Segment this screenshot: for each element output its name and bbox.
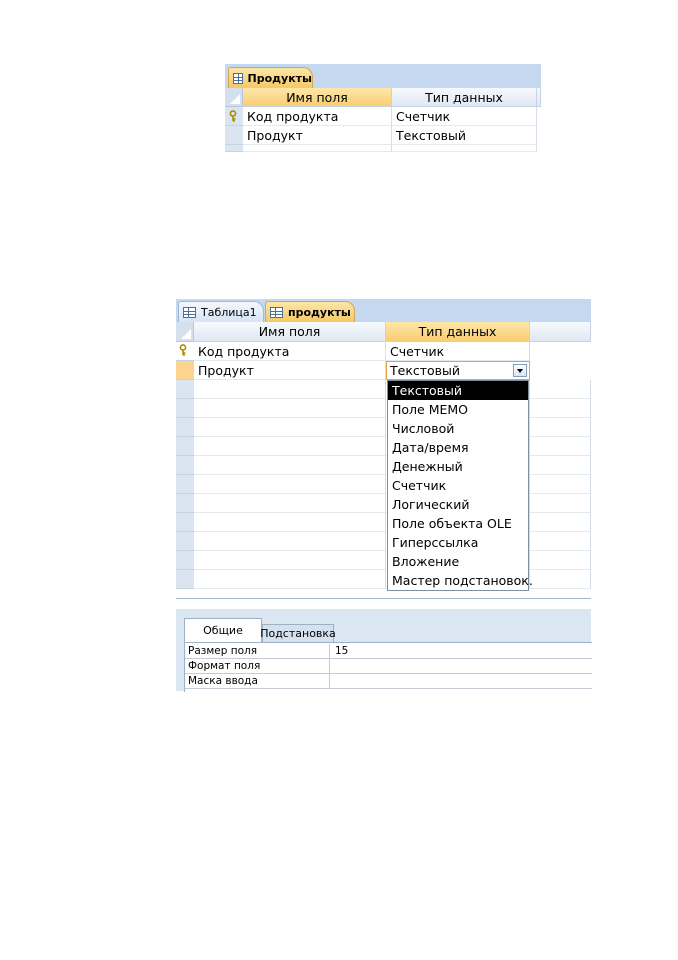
tab-produkty[interactable]: Продукты — [228, 67, 313, 88]
option-text[interactable]: Текстовый — [388, 381, 528, 400]
tab-produkty-lower[interactable]: продукты — [265, 301, 355, 322]
table-icon — [183, 306, 196, 318]
field-properties-pane: Общие Подстановка Размер поля 15 Формат … — [176, 609, 592, 692]
field-name-cell[interactable]: Код продукта — [243, 107, 392, 126]
table-icon — [270, 306, 283, 318]
dropdown-arrow-icon[interactable] — [513, 364, 527, 377]
row-selector[interactable] — [176, 418, 194, 437]
header-description[interactable] — [537, 88, 541, 107]
empty-cell[interactable] — [194, 570, 386, 589]
tab-label: продукты — [288, 305, 351, 319]
row-selector[interactable] — [176, 475, 194, 494]
row-selector[interactable] — [225, 145, 243, 152]
field-name-cell[interactable]: Продукт — [194, 361, 386, 380]
header-data-type[interactable]: Тип данных — [392, 88, 537, 107]
property-value[interactable] — [332, 659, 335, 674]
tab-label: Продукты — [247, 71, 312, 85]
empty-cell[interactable] — [530, 418, 591, 437]
properties-grid: Размер поля 15 Формат поля Маска ввода — [184, 642, 592, 692]
small-table-window: Продукты Имя поля Тип данных Код продукт… — [225, 64, 541, 152]
row-selector[interactable] — [176, 570, 194, 589]
empty-cell[interactable] — [194, 494, 386, 513]
combo-value: Текстовый — [390, 363, 461, 378]
option-hyperlink[interactable]: Гиперссылка — [388, 533, 528, 552]
small-grid: Имя поля Тип данных Код продукта Счетчик… — [225, 88, 541, 152]
empty-cell[interactable] — [530, 399, 591, 418]
option-datetime[interactable]: Дата/время — [388, 438, 528, 457]
table-icon — [233, 72, 243, 84]
empty-cell[interactable] — [530, 380, 591, 399]
design-grid: Имя поля Тип данных Код продукта Счетчик… — [176, 322, 591, 598]
option-currency[interactable]: Денежный — [388, 457, 528, 476]
empty-cell[interactable] — [194, 475, 386, 494]
tab-tablitsa1[interactable]: Таблица1 — [178, 301, 264, 322]
field-name-cell[interactable]: Продукт — [243, 126, 392, 145]
property-label: Размер поля — [185, 644, 330, 659]
header-description[interactable] — [530, 322, 591, 342]
row-selector[interactable] — [225, 126, 243, 145]
select-all-corner[interactable] — [225, 88, 243, 107]
empty-cell[interactable] — [194, 513, 386, 532]
row-selector-current[interactable] — [176, 361, 194, 380]
option-yesno[interactable]: Логический — [388, 495, 528, 514]
empty-cell[interactable] — [194, 399, 386, 418]
row-selector[interactable] — [176, 551, 194, 570]
row-selector[interactable] — [176, 456, 194, 475]
option-number[interactable]: Числовой — [388, 419, 528, 438]
empty-cell[interactable] — [194, 532, 386, 551]
data-type-combo[interactable]: Текстовый — [386, 361, 530, 380]
primary-key-icon — [228, 110, 238, 122]
empty-cell[interactable] — [530, 456, 591, 475]
empty-cell[interactable] — [194, 551, 386, 570]
option-ole-object[interactable]: Поле объекта OLE — [388, 514, 528, 533]
select-all-corner[interactable] — [176, 322, 194, 342]
tab-general[interactable]: Общие — [184, 618, 262, 642]
tab-lookup[interactable]: Подстановка — [260, 624, 336, 642]
empty-cell[interactable] — [530, 532, 591, 551]
header-field-name[interactable]: Имя поля — [243, 88, 392, 107]
large-table-window: Таблица1 продукты Имя поля Тип данных Ко… — [176, 299, 592, 692]
option-attachment[interactable]: Вложение — [388, 552, 528, 571]
empty-cell[interactable] — [530, 437, 591, 456]
row-selector[interactable] — [176, 380, 194, 399]
row-selector[interactable] — [176, 437, 194, 456]
empty-cell[interactable] — [194, 437, 386, 456]
property-label: Формат поля — [185, 659, 330, 674]
empty-cell[interactable] — [530, 570, 591, 589]
empty-cell[interactable] — [530, 551, 591, 570]
row-selector[interactable] — [176, 399, 194, 418]
option-autonumber[interactable]: Счетчик — [388, 476, 528, 495]
empty-cell[interactable] — [243, 145, 392, 152]
field-name-cell[interactable]: Код продукта — [194, 342, 386, 361]
data-type-dropdown: Текстовый Поле MEMO Числовой Дата/время … — [387, 380, 533, 591]
header-data-type[interactable]: Тип данных — [386, 322, 530, 342]
tab-label: Таблица1 — [201, 305, 257, 319]
row-selector[interactable] — [176, 494, 194, 513]
property-value[interactable]: 15 — [332, 644, 348, 659]
data-type-cell[interactable]: Текстовый — [392, 126, 537, 145]
row-selector[interactable] — [176, 532, 194, 551]
primary-key-icon — [178, 344, 188, 356]
option-lookup-wizard[interactable]: Мастер подстановок. — [388, 571, 533, 590]
empty-cell[interactable] — [194, 456, 386, 475]
property-label: Маска ввода — [185, 674, 330, 689]
empty-cell[interactable] — [392, 145, 537, 152]
empty-cell[interactable] — [194, 380, 386, 399]
property-value[interactable] — [332, 674, 335, 689]
empty-cell[interactable] — [530, 513, 591, 532]
property-row[interactable]: Маска ввода — [185, 674, 592, 689]
property-row[interactable]: Формат поля — [185, 659, 592, 674]
data-type-cell[interactable]: Счетчик — [392, 107, 537, 126]
property-row[interactable]: Размер поля 15 — [185, 644, 592, 659]
header-field-name[interactable]: Имя поля — [194, 322, 386, 342]
option-memo[interactable]: Поле MEMO — [388, 400, 528, 419]
empty-cell[interactable] — [530, 494, 591, 513]
data-type-cell[interactable]: Счетчик — [386, 342, 530, 361]
empty-cell[interactable] — [530, 475, 591, 494]
empty-cell[interactable] — [194, 418, 386, 437]
row-selector[interactable] — [176, 513, 194, 532]
